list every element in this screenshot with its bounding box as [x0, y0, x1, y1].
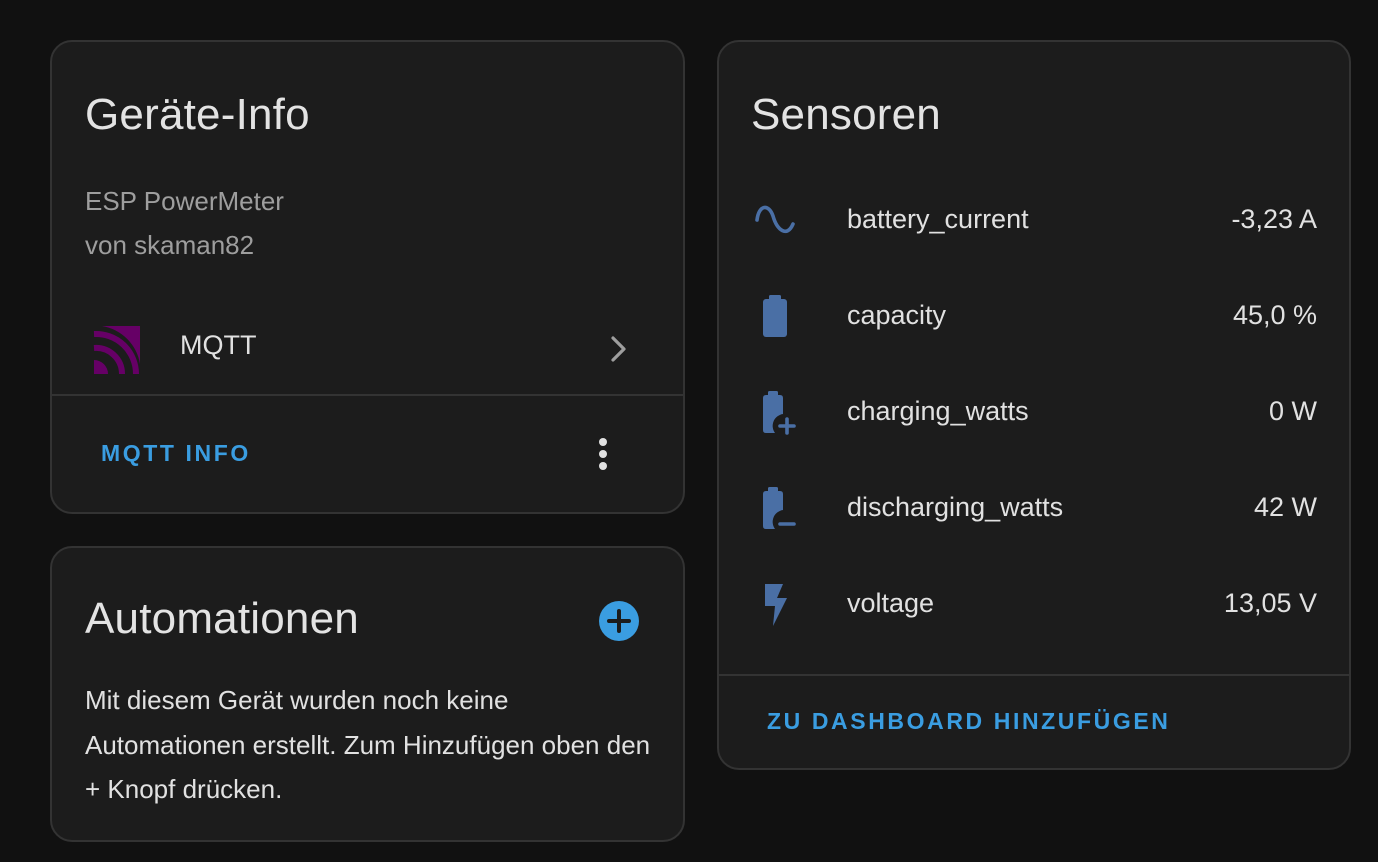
divider — [719, 674, 1349, 676]
sensor-name: capacity — [847, 300, 947, 330]
sensor-value: 13,05 V — [1223, 588, 1317, 618]
automations-card: Automationen Mit diesem Gerät wurden noc… — [50, 546, 685, 842]
sensor-row-voltage[interactable]: voltage 13,05 V — [719, 556, 1349, 652]
sensor-value: 42 W — [1253, 492, 1317, 522]
sensor-name: discharging_watts — [847, 492, 1064, 522]
sensor-value: 45,0 % — [1232, 300, 1317, 330]
sensor-name: voltage — [847, 588, 935, 618]
battery-minus-icon — [763, 487, 796, 529]
device-info-title: Geräte-Info — [85, 90, 310, 139]
battery-icon — [763, 295, 787, 337]
sensor-row-discharging-watts[interactable]: discharging_watts 42 W — [719, 460, 1349, 556]
mqtt-logo-icon — [92, 324, 142, 374]
sine-wave-icon — [755, 205, 795, 234]
battery-plus-icon — [763, 391, 796, 435]
sensors-title: Sensoren — [751, 90, 941, 139]
more-options-icon[interactable] — [587, 432, 619, 476]
chevron-right-icon — [611, 336, 626, 362]
add-to-dashboard-button[interactable]: ZU DASHBOARD HINZUFÜGEN — [767, 708, 1171, 735]
divider — [52, 394, 683, 396]
integration-label: MQTT — [180, 330, 257, 360]
sensor-row-charging-watts[interactable]: charging_watts 0 W — [719, 364, 1349, 460]
flash-icon — [765, 584, 787, 626]
mqtt-info-button[interactable]: MQTT INFO — [101, 440, 251, 467]
sensor-value: -3,23 A — [1231, 204, 1317, 234]
sensor-name: battery_current — [847, 204, 1029, 234]
device-manufacturer: von skaman82 — [85, 230, 255, 260]
add-automation-icon[interactable] — [598, 600, 640, 642]
integration-row-mqtt[interactable]: MQTT — [52, 306, 683, 394]
sensor-row-battery-current[interactable]: battery_current -3,23 A — [719, 172, 1349, 268]
sensor-value: 0 W — [1268, 396, 1317, 426]
automations-empty-text: Mit diesem Gerät wurden noch keine Autom… — [85, 685, 651, 804]
sensor-row-capacity[interactable]: capacity 45,0 % — [719, 268, 1349, 364]
device-model: ESP PowerMeter — [85, 186, 284, 216]
automations-title: Automationen — [85, 594, 359, 643]
device-info-card: Geräte-Info ESP PowerMeter von skaman82 … — [50, 40, 685, 514]
sensor-name: charging_watts — [847, 396, 1029, 426]
sensors-card: Sensoren battery_current -3,23 A capacit… — [717, 40, 1351, 770]
